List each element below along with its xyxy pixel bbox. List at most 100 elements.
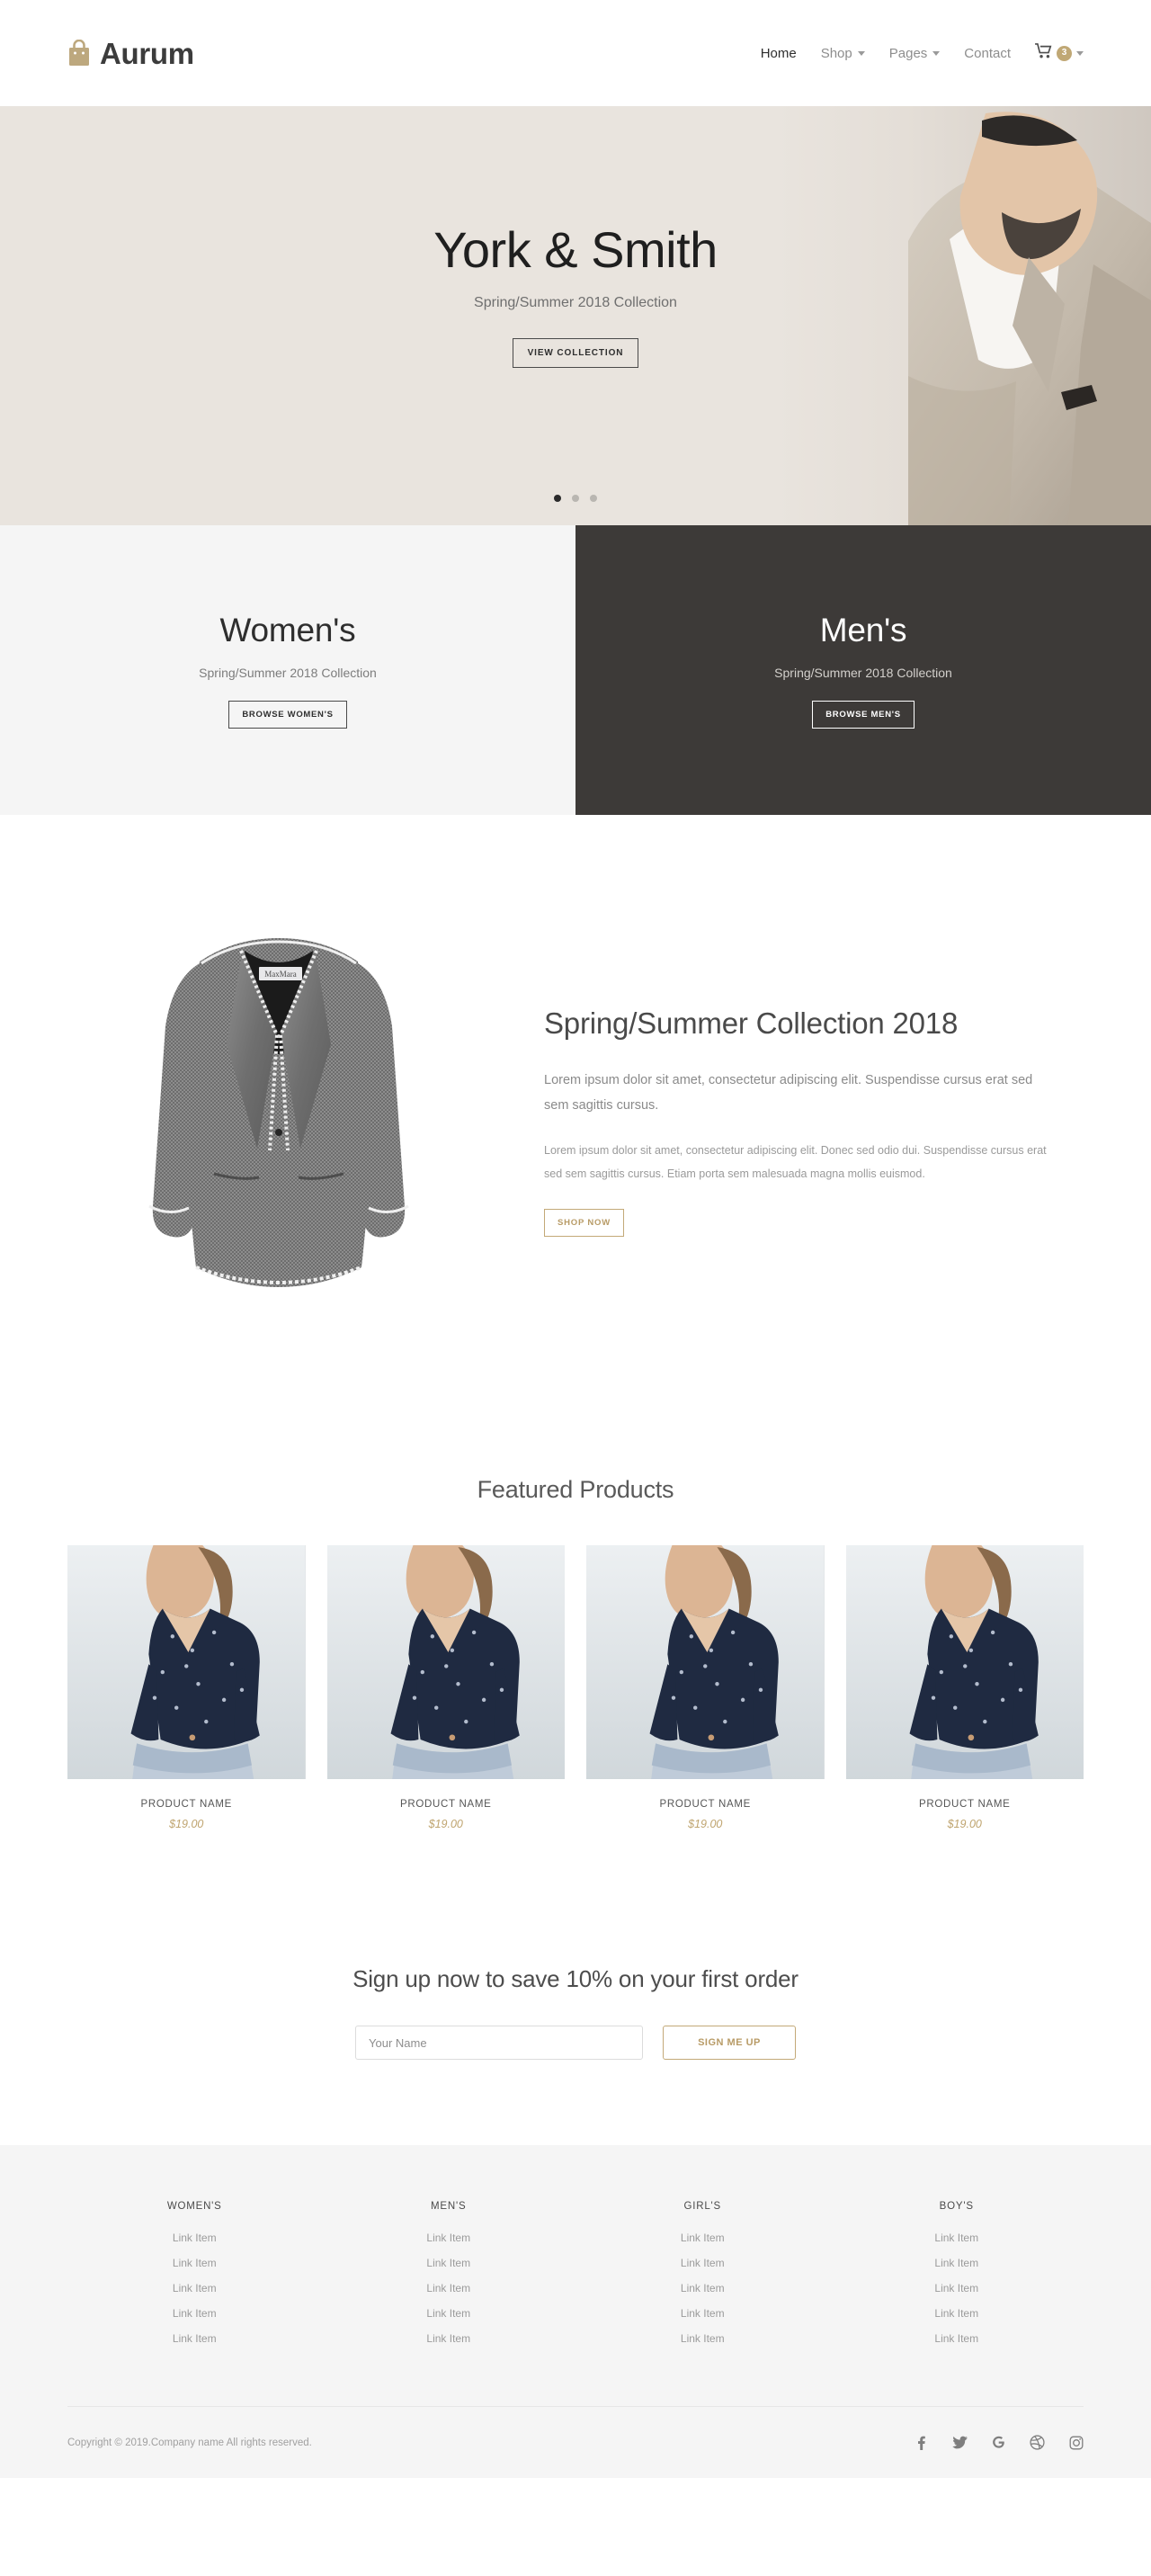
nav-item-home-label: Home — [760, 45, 797, 61]
featured-products-section: Featured Products PRODUCT NAME $19.00 PR… — [0, 1440, 1151, 1902]
newsletter-form: SIGN ME UP — [67, 2026, 1084, 2060]
collection-title: Spring/Summer Collection 2018 — [544, 1006, 959, 1040]
browse-womens-button[interactable]: BROWSE WOMEN'S — [228, 701, 347, 729]
category-panel-mens[interactable]: Men's Spring/Summer 2018 Collection BROW… — [576, 525, 1151, 815]
footer-link[interactable]: Link Item — [576, 2232, 830, 2244]
footer-column-boys: BOY'S Link Item Link Item Link Item Link… — [830, 2201, 1084, 2357]
chevron-down-icon — [857, 50, 865, 56]
category-subtitle-mens: Spring/Summer 2018 Collection — [774, 666, 952, 680]
product-thumbnail — [845, 1545, 1084, 1779]
footer-column-mens: MEN'S Link Item Link Item Link Item Link… — [322, 2201, 576, 2357]
google-icon[interactable] — [991, 2435, 1006, 2450]
hero-carousel: York & Smith Spring/Summer 2018 Collecti… — [0, 106, 1151, 525]
product-card[interactable]: PRODUCT NAME $19.00 — [586, 1545, 825, 1830]
footer-link[interactable]: Link Item — [322, 2232, 576, 2244]
footer-link[interactable]: Link Item — [576, 2257, 830, 2269]
product-thumbnail — [67, 1545, 306, 1779]
footer-link[interactable]: Link Item — [322, 2307, 576, 2320]
collection-body-paragraph: Lorem ipsum dolor sit amet, consectetur … — [544, 1143, 1047, 1180]
nav-item-contact-label: Contact — [964, 45, 1011, 61]
brand-logo[interactable]: Aurum — [67, 39, 194, 68]
footer-link[interactable]: Link Item — [67, 2332, 322, 2345]
main-navigation: Home Shop Pages Contact 3 — [761, 43, 1084, 63]
nav-item-contact[interactable]: Contact — [964, 46, 1011, 61]
nav-item-home[interactable]: Home — [761, 46, 797, 61]
dribbble-icon[interactable] — [1030, 2435, 1045, 2450]
footer-link[interactable]: Link Item — [576, 2332, 830, 2345]
sign-me-up-button[interactable]: SIGN ME UP — [663, 2026, 796, 2060]
product-name: PRODUCT NAME — [919, 1799, 1011, 1810]
footer-link[interactable]: Link Item — [67, 2232, 322, 2244]
site-footer: WOMEN'S Link Item Link Item Link Item Li… — [0, 2145, 1151, 2478]
footer-link[interactable]: Link Item — [67, 2282, 322, 2294]
footer-link[interactable]: Link Item — [830, 2332, 1084, 2345]
product-name: PRODUCT NAME — [659, 1799, 751, 1810]
carousel-dot-2[interactable] — [572, 495, 579, 502]
footer-column-womens: WOMEN'S Link Item Link Item Link Item Li… — [67, 2201, 322, 2357]
footer-bottom-bar: Copyright © 2019.Company name All rights… — [67, 2406, 1084, 2478]
category-panel-womens[interactable]: Women's Spring/Summer 2018 Collection BR… — [0, 525, 576, 815]
newsletter-section: Sign up now to save 10% on your first or… — [0, 1902, 1151, 2145]
twitter-icon[interactable] — [952, 2435, 968, 2450]
carousel-dot-1[interactable] — [554, 495, 561, 502]
footer-column-title: MEN'S — [431, 2201, 467, 2212]
svg-text:MaxMara: MaxMara — [264, 970, 297, 979]
footer-link[interactable]: Link Item — [322, 2332, 576, 2345]
footer-link[interactable]: Link Item — [830, 2232, 1084, 2244]
browse-mens-button[interactable]: BROWSE MEN'S — [812, 701, 915, 729]
cart-count-badge: 3 — [1057, 45, 1072, 61]
shop-now-button[interactable]: SHOP NOW — [544, 1209, 625, 1238]
footer-link[interactable]: Link Item — [322, 2282, 576, 2294]
newsletter-title: Sign up now to save 10% on your first or… — [352, 1965, 799, 1992]
product-card[interactable]: PRODUCT NAME $19.00 — [845, 1545, 1084, 1830]
instagram-icon[interactable] — [1068, 2435, 1084, 2450]
social-links — [914, 2435, 1084, 2450]
chevron-down-icon — [1076, 50, 1084, 56]
footer-column-title: GIRL'S — [683, 2201, 721, 2212]
product-price: $19.00 — [688, 1818, 723, 1830]
carousel-dot-3[interactable] — [590, 495, 597, 502]
footer-link[interactable]: Link Item — [322, 2257, 576, 2269]
product-price: $19.00 — [169, 1818, 204, 1830]
featured-products-title: Featured Products — [477, 1476, 674, 1503]
nav-item-pages[interactable]: Pages — [889, 46, 941, 61]
category-title-mens: Men's — [819, 612, 907, 648]
footer-link[interactable]: Link Item — [576, 2282, 830, 2294]
product-price: $19.00 — [428, 1818, 463, 1830]
product-price: $19.00 — [947, 1818, 982, 1830]
nav-item-shop-label: Shop — [820, 45, 852, 61]
collection-product-image: MaxMara — [67, 900, 490, 1341]
footer-link[interactable]: Link Item — [830, 2282, 1084, 2294]
hero-title: York & Smith — [433, 220, 718, 278]
footer-column-title: WOMEN'S — [166, 2201, 222, 2212]
carousel-dots — [0, 495, 1151, 502]
view-collection-button[interactable]: VIEW COLLECTION — [512, 338, 639, 369]
category-title-womens: Women's — [219, 612, 356, 648]
category-subtitle-womens: Spring/Summer 2018 Collection — [199, 666, 377, 680]
product-thumbnail — [326, 1545, 565, 1779]
nav-item-shop[interactable]: Shop — [821, 46, 865, 61]
footer-link[interactable]: Link Item — [830, 2257, 1084, 2269]
newsletter-name-input[interactable] — [355, 2026, 643, 2060]
chevron-down-icon — [932, 50, 941, 56]
shopping-cart-icon — [1035, 43, 1052, 63]
footer-column-title: BOY'S — [939, 2201, 974, 2212]
product-card[interactable]: PRODUCT NAME $19.00 — [67, 1545, 306, 1830]
hero-subtitle: Spring/Summer 2018 Collection — [474, 295, 677, 311]
collection-lead-paragraph: Lorem ipsum dolor sit amet, consectetur … — [544, 1073, 1033, 1114]
category-split: Women's Spring/Summer 2018 Collection BR… — [0, 525, 1151, 815]
footer-link[interactable]: Link Item — [576, 2307, 830, 2320]
facebook-icon[interactable] — [914, 2435, 929, 2450]
footer-link-columns: WOMEN'S Link Item Link Item Link Item Li… — [67, 2201, 1084, 2357]
product-thumbnail — [586, 1545, 825, 1779]
collection-feature: MaxMara Spring/Summer Collection 2018 Lo… — [0, 815, 1151, 1440]
footer-link[interactable]: Link Item — [67, 2307, 322, 2320]
footer-link[interactable]: Link Item — [830, 2307, 1084, 2320]
shopping-bag-icon — [67, 39, 91, 67]
page-root: Aurum Home Shop Pages Contact 3 York & S… — [0, 0, 1151, 2478]
site-header: Aurum Home Shop Pages Contact 3 — [0, 0, 1151, 106]
hero-content: York & Smith Spring/Summer 2018 Collecti… — [0, 106, 1151, 525]
product-card[interactable]: PRODUCT NAME $19.00 — [326, 1545, 565, 1830]
cart-button[interactable]: 3 — [1035, 43, 1084, 63]
footer-link[interactable]: Link Item — [67, 2257, 322, 2269]
